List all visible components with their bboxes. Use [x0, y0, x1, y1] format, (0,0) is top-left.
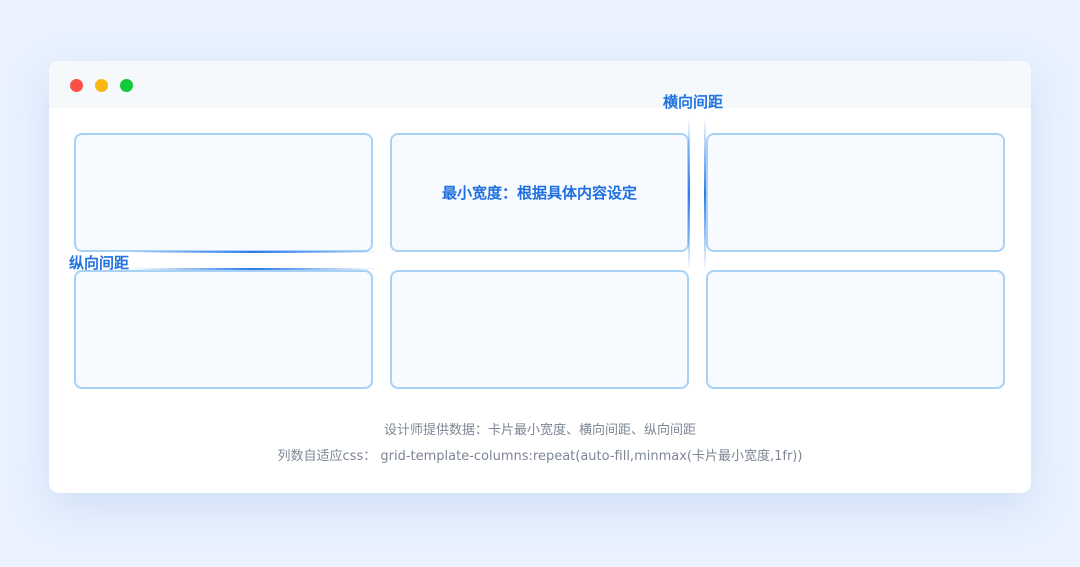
browser-window: 最小宽度：根据具体内容设定 横向间距 纵向间距 设计师提供数据：卡片最小宽度、横… [49, 61, 1031, 493]
min-width-label: 最小宽度：根据具体内容设定 [441, 184, 637, 202]
grid-card-r1c2: 最小宽度：根据具体内容设定 [390, 133, 689, 252]
horizontal-gap-label: 横向间距 [663, 93, 724, 111]
horizontal-gap-line-left [688, 116, 690, 271]
close-window-button[interactable] [70, 79, 83, 92]
caption-css-rule: 列数自适应css： grid-template-columns:repeat(a… [277, 449, 803, 464]
grid-card-r2c1 [74, 270, 373, 389]
horizontal-gap-line-right [704, 116, 706, 271]
grid-card-r2c3 [706, 270, 1005, 389]
grid-card-r1c1 [74, 133, 373, 252]
grid-card-r2c2 [390, 270, 689, 389]
vertical-gap-label: 纵向间距 [69, 254, 130, 272]
vertical-gap-line-bottom [129, 268, 379, 270]
vertical-gap-line-top [129, 251, 379, 253]
caption-designer-data: 设计师提供数据：卡片最小宽度、横向间距、纵向间距 [383, 423, 696, 438]
grid-card-r1c3 [706, 133, 1005, 252]
window-titlebar [49, 61, 1031, 108]
minimize-window-button[interactable] [95, 79, 108, 92]
maximize-window-button[interactable] [120, 79, 133, 92]
